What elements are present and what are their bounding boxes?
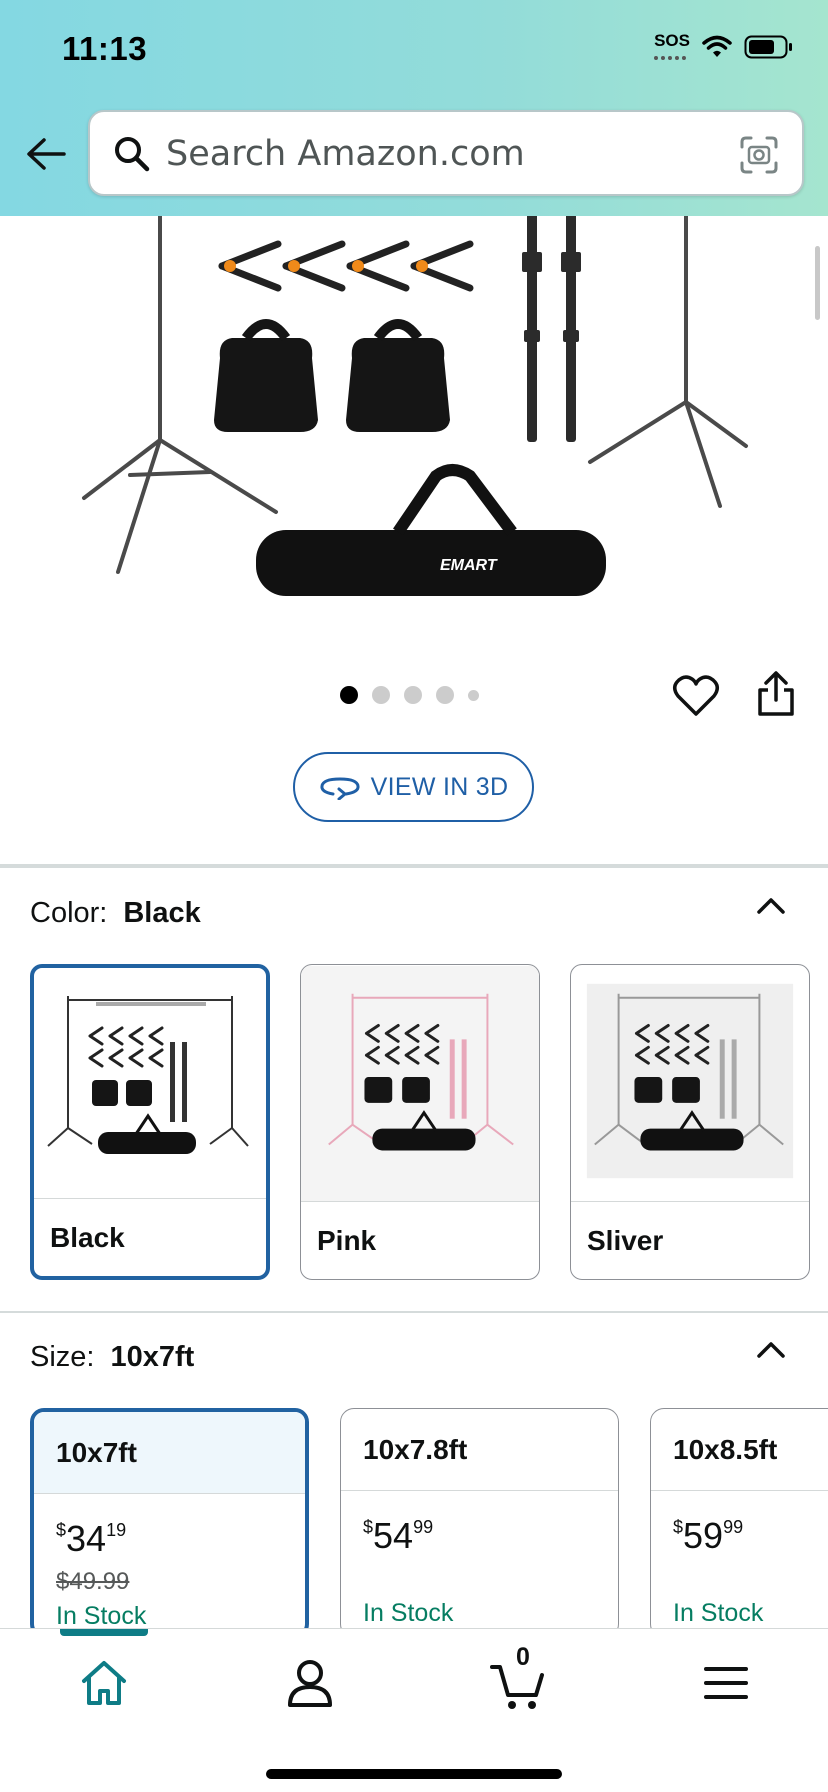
carousel-dot[interactable] [372, 686, 390, 704]
chevron-up-icon[interactable] [756, 896, 786, 916]
size-option-price: $5499 [363, 1515, 434, 1556]
active-tab-indicator [60, 1629, 148, 1636]
battery-icon [744, 35, 792, 59]
home-indicator[interactable] [266, 1769, 562, 1779]
search-input[interactable] [166, 132, 706, 176]
color-selected-value: Black [123, 897, 201, 929]
chevron-up-icon[interactable] [756, 1340, 786, 1360]
heart-icon[interactable] [672, 674, 720, 718]
bottom-navigation: 0 [0, 1628, 828, 1792]
carousel-dot[interactable] [468, 689, 479, 701]
account-icon[interactable] [280, 1653, 340, 1713]
sos-indicator: SOS [654, 32, 690, 60]
color-sliver-thumbnail [586, 983, 794, 1179]
size-option-10x7ft[interactable]: 10x7ft $3419 $49.99 In Stock [30, 1408, 309, 1638]
size-option-name: 10x7ft [34, 1412, 305, 1494]
size-option-stock: In Stock [363, 1599, 454, 1627]
wifi-icon [702, 35, 732, 57]
color-option-label: Sliver [571, 1201, 809, 1279]
size-option-stock: In Stock [673, 1599, 764, 1627]
color-black-thumbnail [47, 996, 249, 1154]
camera-scan-icon[interactable] [738, 134, 780, 176]
size-option-stock: In Stock [56, 1602, 147, 1630]
home-icon[interactable] [74, 1653, 134, 1713]
carousel-dot[interactable] [436, 686, 454, 704]
size-option-10x8-5ft[interactable]: 10x8.5ft $5999 In Stock [650, 1408, 828, 1638]
size-selected-value: 10x7ft [110, 1341, 195, 1373]
color-option-black[interactable]: Black [30, 964, 270, 1280]
search-bar[interactable] [88, 110, 804, 196]
backdrop-stand-kit-image: EMART [82, 216, 748, 596]
section-divider [0, 864, 828, 868]
product-page: EMART 11:13 SOS Search Amazon.com VIEW I… [0, 0, 828, 1792]
size-option-list-price: $49.99 [56, 1568, 130, 1595]
image-carousel-dots[interactable] [340, 686, 479, 704]
size-option-price: $3419 [56, 1518, 127, 1559]
app-header: 11:13 SOS [0, 0, 828, 216]
carousel-dot[interactable] [340, 686, 358, 704]
status-time: 11:13 [62, 30, 148, 67]
color-option-label: Pink [301, 1201, 539, 1279]
size-option-10x7-8ft[interactable]: 10x7.8ft $5499 In Stock [340, 1408, 619, 1638]
size-selector-header[interactable]: Size: 10x7ft [30, 1341, 194, 1374]
size-option-name: 10x7.8ft [341, 1409, 618, 1491]
bag-brand-text: EMART [440, 557, 498, 574]
size-option-price: $5999 [673, 1515, 744, 1556]
share-icon[interactable] [754, 670, 798, 718]
back-arrow-icon[interactable] [24, 132, 68, 176]
search-icon [115, 137, 150, 172]
color-pink-thumbnail [301, 965, 539, 1203]
cart-count: 0 [516, 1643, 530, 1671]
menu-icon[interactable] [696, 1653, 756, 1713]
status-indicators: SOS [654, 32, 794, 60]
product-image[interactable]: EMART [0, 216, 828, 646]
color-option-label: Black [34, 1198, 266, 1276]
rotate-3d-icon [320, 777, 360, 800]
color-selector-header[interactable]: Color: Black [30, 897, 201, 930]
size-option-name: 10x8.5ft [651, 1409, 828, 1491]
carousel-dot[interactable] [404, 686, 422, 704]
size-label: Size: [30, 1341, 95, 1373]
color-option-sliver[interactable]: Sliver [570, 964, 810, 1280]
view-in-3d-label: VIEW IN 3D [370, 772, 509, 801]
section-divider [0, 1311, 828, 1313]
color-option-pink[interactable]: Pink [300, 964, 540, 1280]
color-label: Color: [30, 897, 108, 929]
view-in-3d-button[interactable]: VIEW IN 3D [293, 752, 534, 822]
scrollbar-thumb[interactable] [815, 246, 820, 320]
